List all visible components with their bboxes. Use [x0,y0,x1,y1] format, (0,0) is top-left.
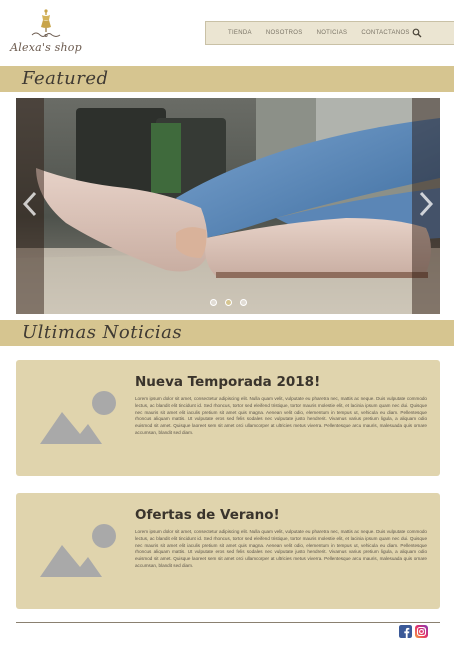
featured-carousel[interactable] [16,98,440,314]
featured-title: Featured [22,68,109,89]
footer-divider [16,622,440,623]
image-placeholder-icon [40,391,116,444]
brand-logo[interactable]: Alexa's shop [10,8,82,60]
news-card-title[interactable]: Ofertas de Verano! [135,507,280,523]
carousel-dot-2[interactable] [224,299,232,306]
news-title: Ultimas Noticias [22,322,183,343]
instagram-icon[interactable] [415,625,428,638]
news-band: Ultimas Noticias [0,320,454,346]
carousel-slide-image [16,98,440,314]
search-icon[interactable] [412,28,422,38]
featured-band: Featured [0,66,454,92]
nav-item-contactanos[interactable]: CONTACTANOS [361,30,409,36]
nav-item-tienda[interactable]: TIENDA [228,30,252,36]
news-card[interactable]: Ofertas de Verano! Lorem ipsum dolor sit… [16,493,440,609]
carousel-dot-3[interactable] [239,299,247,306]
news-card-title[interactable]: Nueva Temporada 2018! [135,374,320,390]
dress-form-icon [31,9,61,38]
carousel-indicators [16,299,440,306]
news-card-body: Lorem ipsum dolor sit amet, consectetur … [135,396,427,435]
nav-item-nosotros[interactable]: NOSOTROS [266,30,303,36]
image-placeholder-icon [40,524,116,577]
chevron-left-icon[interactable] [20,190,40,218]
news-card-body: Lorem ipsum dolor sit amet, consectetur … [135,529,427,568]
facebook-icon[interactable] [399,625,412,638]
chevron-right-icon[interactable] [416,190,436,218]
nav-item-noticias[interactable]: NOTICIAS [317,30,348,36]
news-card[interactable]: Nueva Temporada 2018! Lorem ipsum dolor … [16,360,440,476]
carousel-dot-1[interactable] [209,299,217,306]
brand-name: Alexa's shop [10,41,82,54]
main-navbar: TIENDA NOSOTROS NOTICIAS CONTACTANOS [205,21,454,45]
